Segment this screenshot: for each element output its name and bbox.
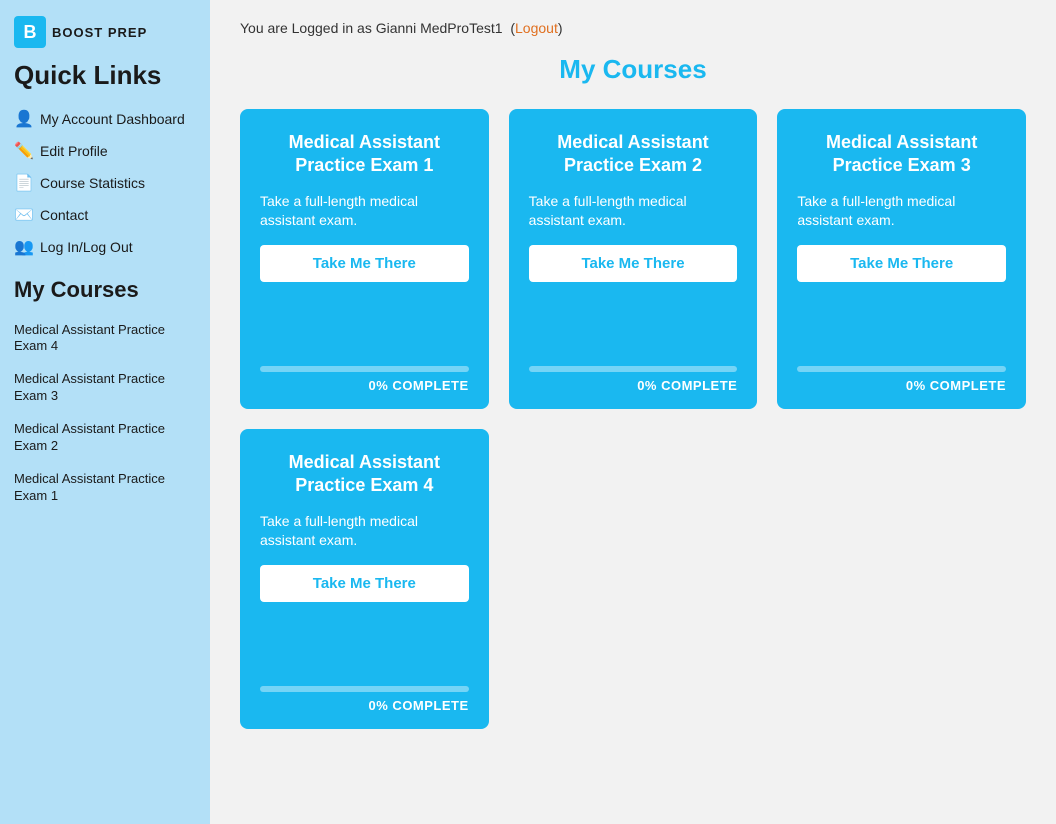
progress-label-exam2: 0% COMPLETE bbox=[529, 378, 738, 393]
edit-icon: ✏️ bbox=[14, 141, 32, 161]
progress-label-exam4: 0% COMPLETE bbox=[260, 698, 469, 713]
sidebar-course-exam1[interactable]: Medical Assistant Practice Exam 1 bbox=[0, 463, 210, 513]
progress-section-exam4: 0% COMPLETE bbox=[260, 686, 469, 713]
take-me-there-btn-exam2[interactable]: Take Me There bbox=[529, 245, 738, 282]
progress-label-exam1: 0% COMPLETE bbox=[260, 378, 469, 393]
sidebar-nav: 👤 My Account Dashboard ✏️ Edit Profile 📄… bbox=[0, 103, 210, 263]
logo-text: BOOST PREP bbox=[52, 25, 147, 40]
login-status-text: You are Logged in as Gianni MedProTest1 bbox=[240, 20, 503, 36]
logo-icon: B bbox=[14, 16, 46, 48]
course-card-exam3: Medical Assistant Practice Exam 3 Take a… bbox=[777, 109, 1026, 409]
course-card-exam4: Medical Assistant Practice Exam 4 Take a… bbox=[240, 429, 489, 729]
sidebar-course-exam2[interactable]: Medical Assistant Practice Exam 2 bbox=[0, 413, 210, 463]
sidebar-item-contact[interactable]: ✉️ Contact bbox=[0, 199, 210, 231]
progress-bar-bg-exam4 bbox=[260, 686, 469, 692]
course-desc-exam4: Take a full-length medical assistant exa… bbox=[260, 512, 469, 551]
sidebar-item-label: Edit Profile bbox=[40, 143, 108, 159]
progress-bar-bg-exam1 bbox=[260, 366, 469, 372]
sidebar-course-exam3[interactable]: Medical Assistant Practice Exam 3 bbox=[0, 363, 210, 413]
page-title: My Courses bbox=[240, 54, 1026, 85]
logout-link[interactable]: Logout bbox=[515, 20, 558, 36]
sidebar-item-label: Course Statistics bbox=[40, 175, 145, 191]
stats-icon: 📄 bbox=[14, 173, 32, 193]
quick-links-heading: Quick Links bbox=[0, 56, 210, 103]
sidebar-item-label: Contact bbox=[40, 207, 88, 223]
logo-letter: B bbox=[24, 22, 37, 43]
my-courses-heading: My Courses bbox=[0, 263, 210, 313]
sidebar-course-exam4[interactable]: Medical Assistant Practice Exam 4 bbox=[0, 314, 210, 364]
course-card-exam2: Medical Assistant Practice Exam 2 Take a… bbox=[509, 109, 758, 409]
account-icon: 👤 bbox=[14, 109, 32, 129]
course-desc-exam1: Take a full-length medical assistant exa… bbox=[260, 192, 469, 231]
course-title-exam4: Medical Assistant Practice Exam 4 bbox=[260, 451, 469, 498]
login-status: You are Logged in as Gianni MedProTest1 … bbox=[240, 20, 1026, 36]
logo-container: B BOOST PREP bbox=[0, 0, 210, 56]
sidebar-courses-list: Medical Assistant Practice Exam 4 Medica… bbox=[0, 314, 210, 513]
courses-grid-bottom: Medical Assistant Practice Exam 4 Take a… bbox=[240, 429, 1026, 729]
users-icon: 👥 bbox=[14, 237, 32, 257]
course-desc-exam3: Take a full-length medical assistant exa… bbox=[797, 192, 1006, 231]
course-title-exam1: Medical Assistant Practice Exam 1 bbox=[260, 131, 469, 178]
progress-label-exam3: 0% COMPLETE bbox=[797, 378, 1006, 393]
progress-section-exam3: 0% COMPLETE bbox=[797, 366, 1006, 393]
course-card-exam1: Medical Assistant Practice Exam 1 Take a… bbox=[240, 109, 489, 409]
sidebar-item-label: My Account Dashboard bbox=[40, 111, 185, 127]
sidebar-item-label: Log In/Log Out bbox=[40, 239, 133, 255]
take-me-there-btn-exam4[interactable]: Take Me There bbox=[260, 565, 469, 602]
progress-section-exam1: 0% COMPLETE bbox=[260, 366, 469, 393]
sidebar-item-account-dashboard[interactable]: 👤 My Account Dashboard bbox=[0, 103, 210, 135]
mail-icon: ✉️ bbox=[14, 205, 32, 225]
take-me-there-btn-exam3[interactable]: Take Me There bbox=[797, 245, 1006, 282]
sidebar-item-edit-profile[interactable]: ✏️ Edit Profile bbox=[0, 135, 210, 167]
progress-bar-bg-exam3 bbox=[797, 366, 1006, 372]
progress-bar-bg-exam2 bbox=[529, 366, 738, 372]
sidebar: B BOOST PREP Quick Links 👤 My Account Da… bbox=[0, 0, 210, 824]
progress-section-exam2: 0% COMPLETE bbox=[529, 366, 738, 393]
take-me-there-btn-exam1[interactable]: Take Me There bbox=[260, 245, 469, 282]
course-title-exam3: Medical Assistant Practice Exam 3 bbox=[797, 131, 1006, 178]
courses-grid-top: Medical Assistant Practice Exam 1 Take a… bbox=[240, 109, 1026, 409]
course-title-exam2: Medical Assistant Practice Exam 2 bbox=[529, 131, 738, 178]
sidebar-item-login-logout[interactable]: 👥 Log In/Log Out bbox=[0, 231, 210, 263]
sidebar-item-course-statistics[interactable]: 📄 Course Statistics bbox=[0, 167, 210, 199]
course-desc-exam2: Take a full-length medical assistant exa… bbox=[529, 192, 738, 231]
main-content: You are Logged in as Gianni MedProTest1 … bbox=[210, 0, 1056, 824]
